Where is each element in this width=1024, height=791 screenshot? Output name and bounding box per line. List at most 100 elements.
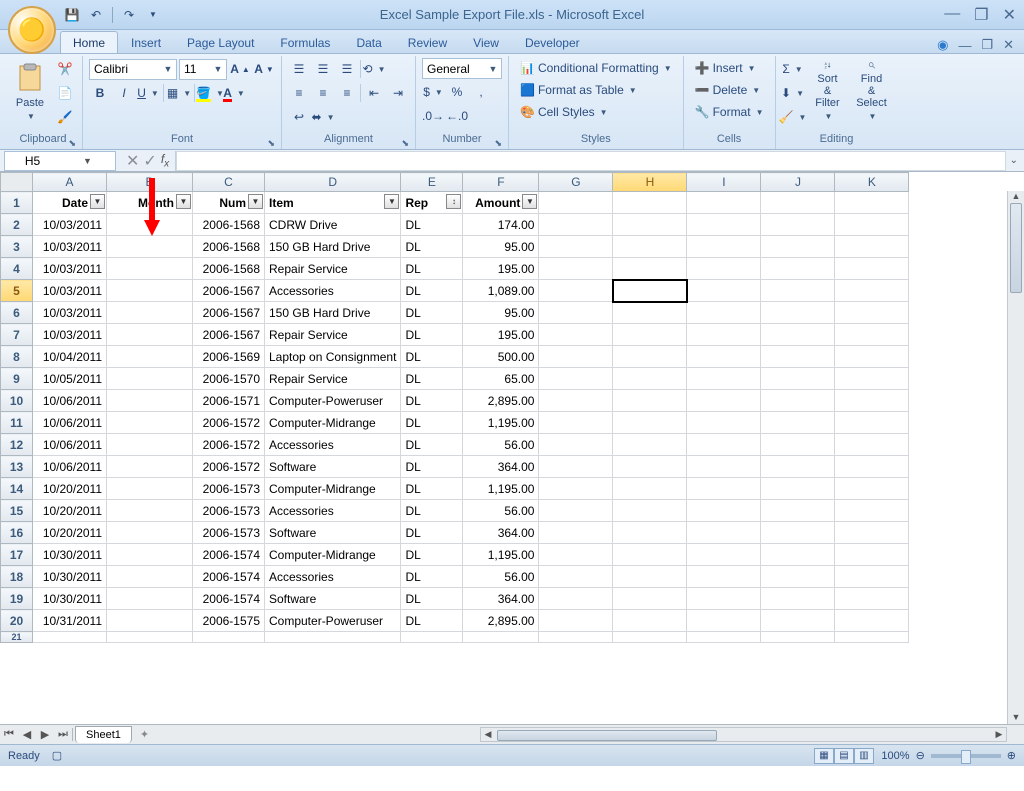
cell-B2[interactable]	[107, 214, 193, 236]
tab-developer[interactable]: Developer	[512, 31, 593, 53]
cell-G8[interactable]	[539, 346, 613, 368]
cell-H7[interactable]	[613, 324, 687, 346]
cell-H16[interactable]	[613, 522, 687, 544]
cell-A16[interactable]: 10/20/2011	[33, 522, 107, 544]
cell-B3[interactable]	[107, 236, 193, 258]
filter-button-rep[interactable]: ↕	[446, 194, 461, 209]
cell-I17[interactable]	[687, 544, 761, 566]
cell-E19[interactable]: DL	[401, 588, 463, 610]
cell-K13[interactable]	[835, 456, 909, 478]
sheet-nav-last-icon[interactable]: ⏭	[54, 728, 72, 741]
number-format-combo[interactable]: ▼	[422, 58, 502, 79]
cell-E16[interactable]: DL	[401, 522, 463, 544]
cell-E9[interactable]: DL	[401, 368, 463, 390]
cell-K12[interactable]	[835, 434, 909, 456]
cell-C2[interactable]: 2006-1568	[193, 214, 265, 236]
sheet-nav-first-icon[interactable]: ⏮	[0, 728, 18, 741]
cell-A8[interactable]: 10/04/2011	[33, 346, 107, 368]
tab-formulas[interactable]: Formulas	[267, 31, 343, 53]
cell-G5[interactable]	[539, 280, 613, 302]
cell-B17[interactable]	[107, 544, 193, 566]
cell-D8[interactable]: Laptop on Consignment	[265, 346, 401, 368]
cell-G16[interactable]	[539, 522, 613, 544]
cell-C11[interactable]: 2006-1572	[193, 412, 265, 434]
cell-D5[interactable]: Accessories	[265, 280, 401, 302]
cell-A2[interactable]: 10/03/2011	[33, 214, 107, 236]
cell-H15[interactable]	[613, 500, 687, 522]
cell-H4[interactable]	[613, 258, 687, 280]
cell-E3[interactable]: DL	[401, 236, 463, 258]
cell-F3[interactable]: 95.00	[463, 236, 539, 258]
cell-I1[interactable]	[687, 192, 761, 214]
cell-E14[interactable]: DL	[401, 478, 463, 500]
cell-I12[interactable]	[687, 434, 761, 456]
formula-input[interactable]	[176, 151, 1006, 171]
name-box[interactable]: H5▼	[4, 151, 116, 171]
cell-J5[interactable]	[761, 280, 835, 302]
cell-C12[interactable]: 2006-1572	[193, 434, 265, 456]
orientation-button[interactable]: ⟲▼	[363, 58, 385, 80]
grow-font-button[interactable]: A▲	[229, 58, 251, 80]
cell-A14[interactable]: 10/20/2011	[33, 478, 107, 500]
save-icon[interactable]: 💾	[62, 5, 82, 25]
row-header-8[interactable]: 8	[1, 346, 33, 368]
cell-H12[interactable]	[613, 434, 687, 456]
enter-formula-icon[interactable]: ✓	[143, 151, 156, 171]
font-launcher-icon[interactable]: ⬊	[267, 138, 275, 149]
row-header-18[interactable]: 18	[1, 566, 33, 588]
conditional-formatting-button[interactable]: 📊Conditional Formatting▼	[515, 58, 677, 78]
cell-F12[interactable]: 56.00	[463, 434, 539, 456]
row-header-12[interactable]: 12	[1, 434, 33, 456]
cell-D19[interactable]: Software	[265, 588, 401, 610]
cell-K5[interactable]	[835, 280, 909, 302]
cell-I19[interactable]	[687, 588, 761, 610]
cell-C16[interactable]: 2006-1573	[193, 522, 265, 544]
merge-button[interactable]: ⬌▼	[312, 106, 334, 128]
cell-A11[interactable]: 10/06/2011	[33, 412, 107, 434]
qat-dropdown-icon[interactable]: ▼	[143, 5, 163, 25]
row-header-2[interactable]: 2	[1, 214, 33, 236]
scroll-up-icon[interactable]: ▲	[1008, 191, 1024, 203]
cell-A15[interactable]: 10/20/2011	[33, 500, 107, 522]
decrease-indent-button[interactable]: ⇤	[363, 82, 385, 104]
cell-I10[interactable]	[687, 390, 761, 412]
increase-indent-button[interactable]: ⇥	[387, 82, 409, 104]
font-color-button[interactable]: A▼	[223, 82, 245, 104]
cell-F10[interactable]: 2,895.00	[463, 390, 539, 412]
cell-C6[interactable]: 2006-1567	[193, 302, 265, 324]
cell-H2[interactable]	[613, 214, 687, 236]
cell-B4[interactable]	[107, 258, 193, 280]
cell-J2[interactable]	[761, 214, 835, 236]
cell-F18[interactable]: 56.00	[463, 566, 539, 588]
cell-H1[interactable]	[613, 192, 687, 214]
cell-H5[interactable]	[613, 280, 687, 302]
cell-D4[interactable]: Repair Service	[265, 258, 401, 280]
copy-button[interactable]: 📄	[54, 82, 76, 104]
cell-A3[interactable]: 10/03/2011	[33, 236, 107, 258]
row-header-21[interactable]: 21	[1, 632, 33, 643]
cell-B7[interactable]	[107, 324, 193, 346]
cell-H17[interactable]	[613, 544, 687, 566]
cell-A17[interactable]: 10/30/2011	[33, 544, 107, 566]
cell-G3[interactable]	[539, 236, 613, 258]
bold-button[interactable]: B	[89, 82, 111, 104]
cell-I14[interactable]	[687, 478, 761, 500]
scroll-left-icon[interactable]: ◀	[481, 729, 495, 740]
cell-D20[interactable]: Computer-Poweruser	[265, 610, 401, 632]
cell-J11[interactable]	[761, 412, 835, 434]
zoom-out-button[interactable]: ⊖	[916, 749, 925, 762]
cell-H9[interactable]	[613, 368, 687, 390]
zoom-level[interactable]: 100%	[881, 750, 909, 762]
cell-C7[interactable]: 2006-1567	[193, 324, 265, 346]
cell-E6[interactable]: DL	[401, 302, 463, 324]
normal-view-button[interactable]: ▦	[814, 748, 834, 764]
cell-K17[interactable]	[835, 544, 909, 566]
expand-formula-bar-icon[interactable]: ⌄	[1010, 155, 1018, 166]
cell-J15[interactable]	[761, 500, 835, 522]
cell-H10[interactable]	[613, 390, 687, 412]
help-icon[interactable]: ◉	[937, 37, 948, 53]
cell-I11[interactable]	[687, 412, 761, 434]
fill-color-button[interactable]: 🪣▼	[199, 82, 221, 104]
row-header-5[interactable]: 5	[1, 280, 33, 302]
horizontal-scrollbar[interactable]: ◀ ▶	[480, 727, 1007, 742]
